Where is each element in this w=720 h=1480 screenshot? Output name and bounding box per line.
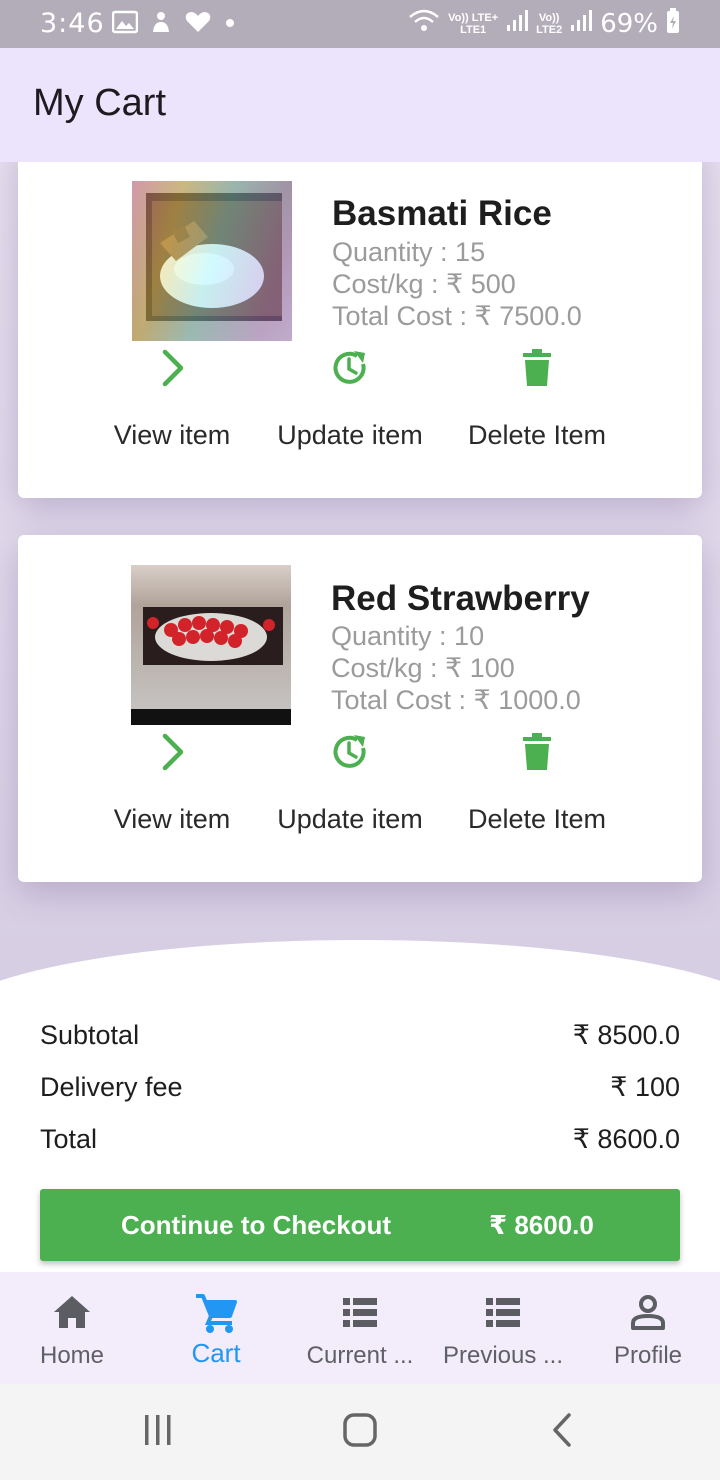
nav-home-label: Home xyxy=(39,1342,105,1369)
subtotal-value: ₹ 8500.0 xyxy=(572,1020,680,1050)
recent-apps-button[interactable] xyxy=(128,1412,188,1452)
home-square-icon xyxy=(342,1412,378,1453)
delivery-fee-label: Delivery fee xyxy=(40,1072,183,1102)
battery-percent: 69% xyxy=(600,8,658,39)
item-name: Basmati Rice xyxy=(332,194,552,233)
home-icon xyxy=(52,1292,92,1334)
strawberry-image xyxy=(131,565,291,725)
health-icon xyxy=(184,10,212,39)
nav-cart-label: Cart xyxy=(191,1338,241,1368)
delete-item-label: Delete Item xyxy=(467,804,607,834)
nav-profile[interactable]: Profile xyxy=(576,1272,720,1384)
rice-image xyxy=(132,181,292,341)
recent-apps-icon xyxy=(141,1413,175,1452)
person-icon xyxy=(628,1292,668,1334)
update-icon xyxy=(330,732,370,777)
list-icon xyxy=(340,1292,380,1334)
checkout-label: Continue to Checkout xyxy=(121,1210,392,1240)
item-total-cost: Total Cost : ₹ 1000.0 xyxy=(331,685,581,715)
chevron-right-icon xyxy=(157,732,187,777)
cart-icon xyxy=(194,1292,238,1334)
notification-icon xyxy=(150,10,172,39)
status-bar: 3:46 Vo)) LTE+ LTE1 Vo)) LTE2 69% xyxy=(0,0,720,48)
signal-icon xyxy=(506,9,529,38)
dot-icon xyxy=(224,10,236,39)
total-label: Total xyxy=(40,1124,98,1154)
sim1-label: Vo)) LTE+ LTE1 xyxy=(448,11,499,36)
chevron-right-icon xyxy=(157,348,187,393)
nav-previous-label: Previous ... xyxy=(442,1342,564,1369)
update-item-label: Update item xyxy=(277,804,423,834)
sim2-label: Vo)) LTE2 xyxy=(536,11,563,36)
signal-icon xyxy=(570,9,593,38)
item-quantity: Quantity : 15 xyxy=(332,237,486,267)
nav-home[interactable]: Home xyxy=(0,1272,144,1384)
trash-icon xyxy=(521,348,553,393)
subtotal-row: Subtotal ₹ 8500.0 xyxy=(40,1020,680,1060)
home-button[interactable] xyxy=(330,1412,390,1452)
nav-previous-orders[interactable]: Previous ... xyxy=(430,1272,576,1384)
item-total-cost: Total Cost : ₹ 7500.0 xyxy=(332,301,582,331)
wifi-icon xyxy=(408,8,440,39)
delete-item-button[interactable]: Delete Item xyxy=(437,724,637,835)
cart-item-card: Basmati Rice Quantity : 15 Cost/kg : ₹ 5… xyxy=(18,162,702,498)
view-item-button[interactable]: View item xyxy=(72,724,272,835)
item-quantity: Quantity : 10 xyxy=(331,621,485,651)
gallery-icon xyxy=(111,10,139,39)
view-item-label: View item xyxy=(113,804,231,834)
battery-icon xyxy=(666,8,680,39)
item-cost-per-kg: Cost/kg : ₹ 500 xyxy=(332,269,516,299)
back-icon xyxy=(550,1412,574,1453)
checkout-amount: ₹ 8600.0 xyxy=(489,1210,594,1240)
cart-item-card: Red Strawberry Quantity : 10 Cost/kg : ₹… xyxy=(18,535,702,882)
delete-item-label: Delete Item xyxy=(467,420,607,450)
view-item-button[interactable]: View item xyxy=(72,340,272,451)
bottom-navigation: Home Cart Current ... Previous ... Profi… xyxy=(0,1272,720,1384)
nav-current-orders[interactable]: Current ... xyxy=(288,1272,432,1384)
update-icon xyxy=(330,348,370,393)
page-title: My Cart xyxy=(33,82,166,124)
list-icon xyxy=(483,1292,523,1334)
update-item-button[interactable]: Update item xyxy=(250,340,450,451)
nav-current-label: Current ... xyxy=(306,1342,414,1369)
item-name: Red Strawberry xyxy=(331,579,590,618)
update-item-label: Update item xyxy=(277,420,423,450)
item-cost-per-kg: Cost/kg : ₹ 100 xyxy=(331,653,515,683)
nav-cart[interactable]: Cart xyxy=(144,1272,288,1384)
trash-icon xyxy=(521,732,553,777)
cart-content[interactable]: Basmati Rice Quantity : 15 Cost/kg : ₹ 5… xyxy=(0,162,720,1272)
update-item-button[interactable]: Update item xyxy=(250,724,450,835)
total-row: Total ₹ 8600.0 xyxy=(40,1124,680,1164)
nav-profile-label: Profile xyxy=(613,1342,683,1369)
status-time: 3:46 xyxy=(40,8,105,39)
system-navigation-bar xyxy=(0,1384,720,1480)
subtotal-label: Subtotal xyxy=(40,1020,140,1050)
app-bar: My Cart xyxy=(0,48,720,162)
delivery-fee-value: ₹ 100 xyxy=(610,1072,680,1102)
delivery-fee-row: Delivery fee ₹ 100 xyxy=(40,1072,680,1112)
view-item-label: View item xyxy=(113,420,231,450)
back-button[interactable] xyxy=(532,1412,592,1452)
total-value: ₹ 8600.0 xyxy=(572,1124,680,1154)
continue-to-checkout-button[interactable]: Continue to Checkout ₹ 8600.0 xyxy=(40,1189,680,1261)
delete-item-button[interactable]: Delete Item xyxy=(437,340,637,451)
